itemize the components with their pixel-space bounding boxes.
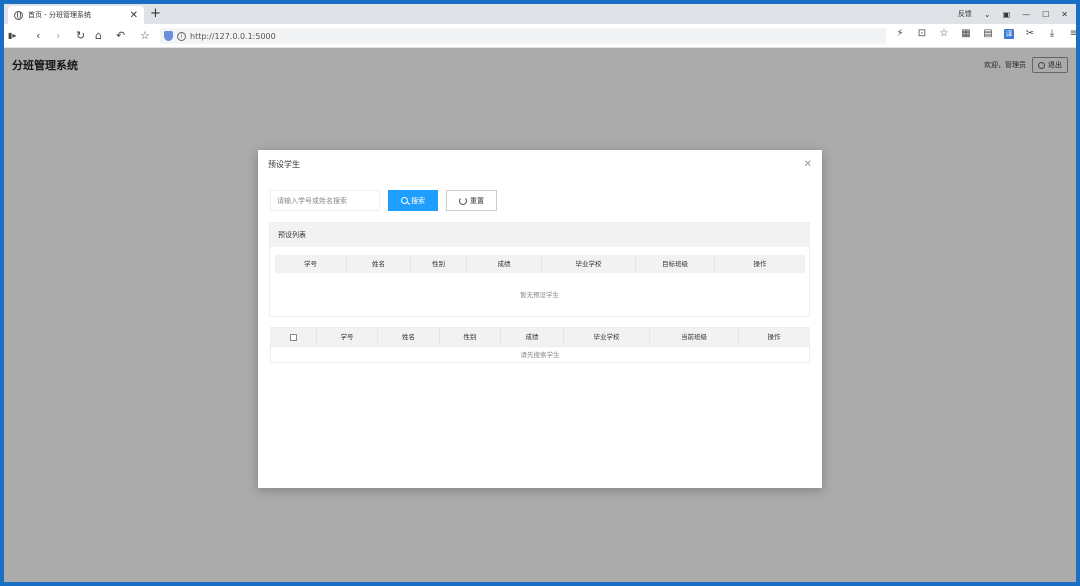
download-icon[interactable]: ⤓ bbox=[1046, 28, 1058, 39]
toolbar-icons: ⚡ ⊡ ☆ ▦ ▤ 译 ✂ ⤓ ≡ bbox=[894, 28, 1076, 39]
preset-student-modal: 预设学生 ✕ 搜索 重置 预设列表 学号 姓名 bbox=[258, 150, 822, 488]
column-header: 操作 bbox=[767, 333, 781, 341]
apps-grid-icon[interactable]: ▤ bbox=[982, 28, 994, 39]
modal-title: 预设学生 bbox=[268, 159, 300, 169]
globe-icon bbox=[14, 10, 23, 20]
search-row: 搜索 重置 bbox=[270, 190, 497, 211]
store-icon[interactable]: ▦ bbox=[960, 28, 972, 39]
scissors-icon[interactable]: ✂ bbox=[1024, 28, 1036, 39]
nav-bar: ▮▸ ‹ › ↻ ⌂ ↶ ☆ i http://127.0.0.1:5000 ⚡… bbox=[4, 24, 1076, 48]
sidebar-toggle-icon[interactable]: ▮▸ bbox=[8, 29, 16, 43]
column-header: 姓名 bbox=[378, 328, 440, 346]
search-button[interactable]: 搜索 bbox=[388, 190, 438, 211]
search-result-table: 学号 姓名 性别 成绩 毕业学校 当前班级 操作 请先搜索学生 bbox=[270, 327, 810, 363]
reload-icon[interactable]: ↻ bbox=[76, 29, 85, 43]
undo-icon[interactable]: ↶ bbox=[116, 29, 125, 43]
search-icon bbox=[401, 197, 408, 204]
column-header: 操作 bbox=[753, 260, 767, 268]
home-icon[interactable]: ⌂ bbox=[95, 29, 102, 43]
column-header: 毕业学校 bbox=[542, 255, 636, 273]
maximize-button[interactable]: ☐ bbox=[1042, 10, 1049, 19]
window-controls: 反馈 ⌄ ▣ — ☐ ✕ bbox=[958, 4, 1068, 24]
search-button-label: 搜索 bbox=[411, 197, 425, 205]
screenshot-icon[interactable]: ⊡ bbox=[916, 28, 928, 39]
menu-icon[interactable]: ≡ bbox=[1068, 28, 1076, 39]
close-window-button[interactable]: ✕ bbox=[1061, 10, 1068, 19]
tab-title: 首页 - 分班管理系统 bbox=[28, 11, 91, 19]
column-header: 性别 bbox=[440, 328, 501, 346]
info-icon[interactable]: i bbox=[177, 31, 186, 41]
browser-window: 首页 - 分班管理系统 ✕ + 反馈 ⌄ ▣ — ☐ ✕ ▮▸ ‹ › ↻ ⌂ … bbox=[4, 4, 1076, 582]
reset-button[interactable]: 重置 bbox=[446, 190, 497, 211]
search-input[interactable] bbox=[270, 190, 380, 211]
refresh-icon bbox=[459, 196, 467, 205]
bookmarks-icon[interactable]: ☆ bbox=[140, 29, 150, 43]
star-icon[interactable]: ☆ bbox=[938, 28, 950, 39]
new-tab-button[interactable]: + bbox=[150, 6, 161, 22]
column-header: 性别 bbox=[411, 255, 467, 273]
modal-header: 预设学生 ✕ bbox=[258, 150, 822, 178]
app-page: 分班管理系统 欢迎，管理员 退出 预设学生 ✕ 搜索 bbox=[4, 48, 1076, 582]
search-table-header: 学号 姓名 性别 成绩 毕业学校 当前班级 操作 bbox=[271, 328, 809, 346]
gift-icon[interactable]: ▣ bbox=[1003, 10, 1011, 19]
column-header: 成绩 bbox=[501, 328, 564, 346]
address-bar[interactable]: i http://127.0.0.1:5000 bbox=[160, 28, 886, 44]
preset-table-header: 学号 姓名 性别 成绩 毕业学校 目标班级 操作 bbox=[275, 255, 805, 273]
select-all-cell[interactable] bbox=[271, 328, 317, 346]
preset-table: 学号 姓名 性别 成绩 毕业学校 目标班级 操作 bbox=[275, 255, 805, 273]
close-icon[interactable]: ✕ bbox=[804, 159, 812, 170]
lightning-icon[interactable]: ⚡ bbox=[894, 28, 906, 39]
preset-empty-text: 暂无预设学生 bbox=[520, 291, 559, 299]
select-all-checkbox[interactable] bbox=[290, 333, 297, 341]
preset-list-panel: 预设列表 学号 姓名 性别 成绩 毕业学校 目标班级 操作 暂无预设学生 bbox=[269, 222, 810, 317]
column-header: 姓名 bbox=[347, 255, 411, 273]
feedback-button[interactable]: 反馈 bbox=[958, 9, 972, 19]
forward-icon[interactable]: › bbox=[56, 29, 60, 43]
close-tab-icon[interactable]: ✕ bbox=[130, 10, 138, 21]
translate-icon[interactable]: 译 bbox=[1004, 28, 1014, 39]
tab-bar: 首页 - 分班管理系统 ✕ + 反馈 ⌄ ▣ — ☐ ✕ bbox=[4, 4, 1076, 24]
url-text[interactable]: http://127.0.0.1:5000 bbox=[190, 32, 276, 41]
browser-tab[interactable]: 首页 - 分班管理系统 ✕ bbox=[8, 6, 144, 24]
shield-icon bbox=[164, 31, 173, 41]
preset-list-title: 预设列表 bbox=[270, 223, 809, 247]
chevron-down-icon[interactable]: ⌄ bbox=[984, 10, 991, 19]
column-header: 当前班级 bbox=[650, 328, 739, 346]
column-header: 成绩 bbox=[467, 255, 542, 273]
search-empty-text: 请先搜索学生 bbox=[271, 346, 809, 362]
column-header: 学号 bbox=[275, 255, 347, 273]
minimize-button[interactable]: — bbox=[1022, 10, 1030, 19]
back-icon[interactable]: ‹ bbox=[36, 29, 40, 43]
reset-button-label: 重置 bbox=[470, 197, 484, 205]
column-header: 学号 bbox=[317, 328, 378, 346]
column-header: 毕业学校 bbox=[564, 328, 650, 346]
column-header: 目标班级 bbox=[636, 255, 715, 273]
